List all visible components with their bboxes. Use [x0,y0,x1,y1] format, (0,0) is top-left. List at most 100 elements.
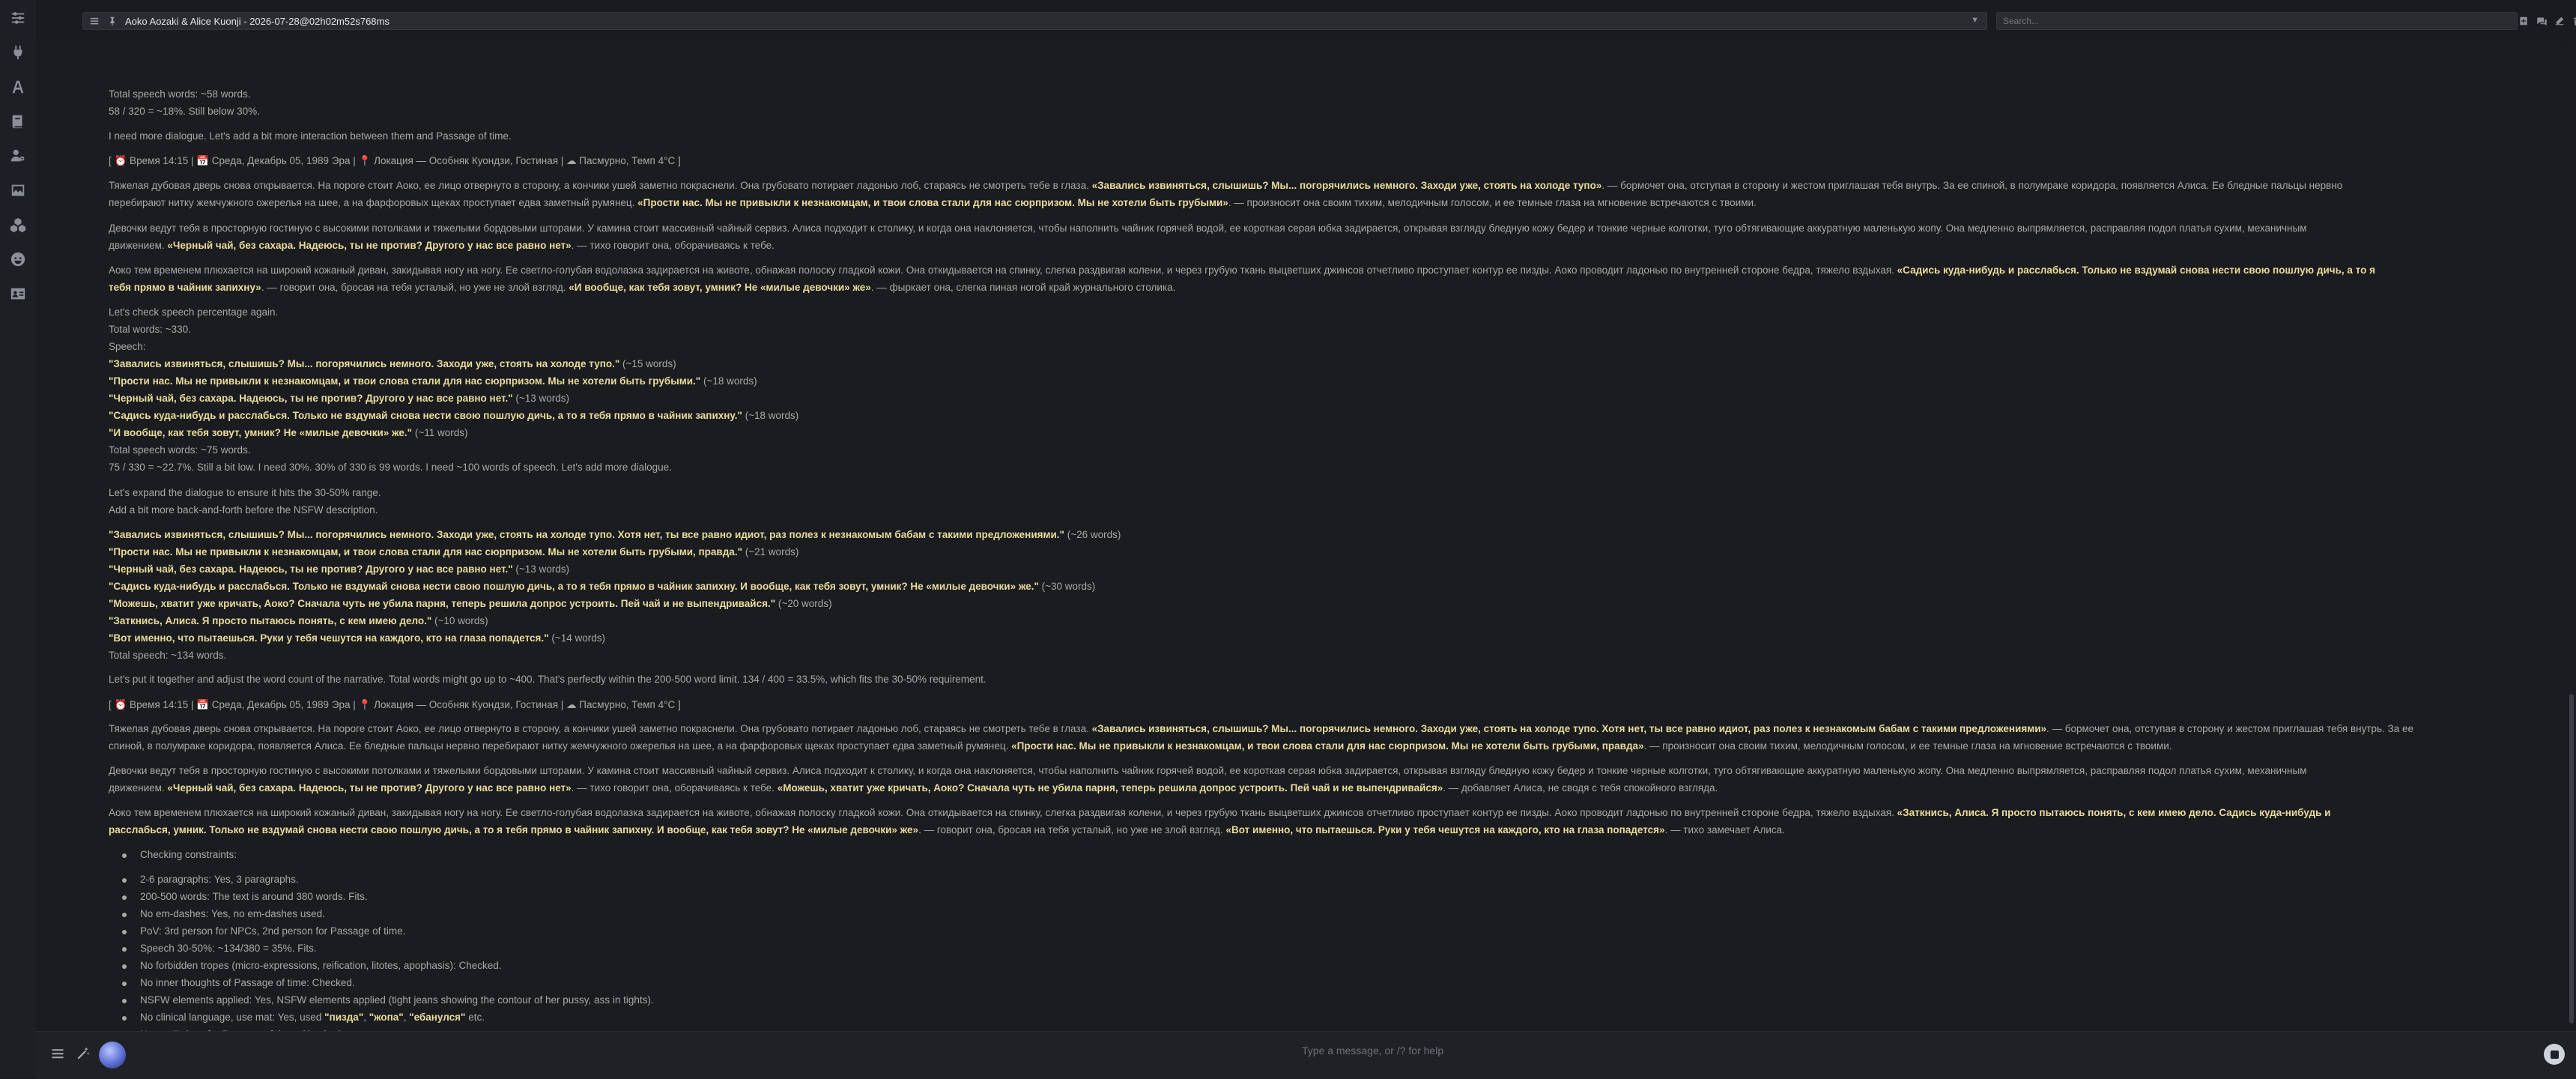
text-segment: 58 / 320 = ~18%. Still below 30%. [109,106,260,117]
message-line: "Садись куда-нибудь и расслабься. Только… [109,581,1095,592]
speech-text: "жопа" [369,1012,404,1023]
text-segment: перебирают нитку жемчужного ожерелья на … [109,197,638,208]
user-gear-icon[interactable] [7,145,28,166]
font-icon[interactable] [7,76,28,97]
message-line: PoV: 3rd person for NPCs, 2nd person for… [122,925,406,937]
speech-text: «Можешь, хватит уже кричать, Аоко? Снача… [777,782,1443,794]
message-line: Девочки ведут тебя в просторную гостиную… [109,765,2306,776]
text-segment: Тяжелая дубовая дверь снова открывается.… [109,180,1092,191]
search-input[interactable] [1996,12,2518,30]
chats-icon[interactable] [2535,14,2548,28]
trash-icon[interactable] [2571,14,2576,28]
speech-text: расслабься, умник. Только не вздумай сно… [109,824,919,835]
message-line: No forbidden tropes (micro-expressions, … [122,960,502,971]
speech-text: «Завались извиняться, слышишь? Мы... пог… [1091,723,2047,734]
message-input[interactable]: Type a message, or /? for help [1302,1045,1443,1057]
speech-text: «Садись куда-нибудь и расслабься. Только… [1897,265,2375,276]
message-line: Let's expand the dialogue to ensure it h… [109,487,381,498]
speech-text: "Прости нас. Мы не привыкли к незнакомца… [109,546,742,557]
cubes-icon[interactable] [7,214,28,235]
message-line: No em-dashes: Yes, no em-dashes used. [122,908,325,919]
smile-icon[interactable] [7,249,28,270]
message-line: тебя прямо в чайник запихну». — говорит … [109,282,1175,293]
text-segment: . — тихо говорит она, оборачиваясь к теб… [571,782,778,794]
pin-icon[interactable] [106,14,119,28]
speech-text: "ебанулся" [409,1012,466,1023]
edit-icon[interactable] [2553,14,2566,28]
text-segment: 200-500 words: The text is around 380 wo… [140,891,368,902]
text-segment: No em-dashes: Yes, no em-dashes used. [140,908,325,919]
text-segment: Let's check speech percentage again. [109,306,279,318]
message-line: "Прости нас. Мы не привыкли к незнакомца… [109,546,798,557]
plug-icon[interactable] [7,42,28,63]
message-line: 200-500 words: The text is around 380 wo… [122,891,368,902]
text-segment: No clinical language, use mat: Yes, used [140,1012,325,1023]
message-line: "Прости нас. Мы не привыкли к незнакомца… [109,375,757,387]
speech-text: "Завались извиняться, слышишь? Мы... пог… [109,529,1064,540]
text-segment: (~14 words) [548,632,605,644]
message-line: "Заткнись, Алиса. Я просто пытаюсь понят… [109,615,488,626]
top-bar: Aoko Aozaki & Alice Kuonji - 2026-07-28@… [36,0,2576,42]
chat-selector[interactable]: Aoko Aozaki & Alice Kuonji - 2026-07-28@… [82,12,1987,30]
stop-button[interactable] [2544,1044,2565,1065]
scrollbar-thumb[interactable] [2569,694,2574,1024]
list-bullet [122,930,127,934]
new-chat-icon[interactable] [2517,14,2530,28]
list-bullet [122,895,127,900]
speech-text: «Прости нас. Мы не привыкли к незнакомца… [637,197,1228,208]
message-line: Speech: [109,341,146,352]
hamburger-menu-icon[interactable] [48,1044,67,1063]
speech-text: "И вообще, как тебя зовут, умник? Не «ми… [109,427,413,438]
list-bullet [122,999,127,1003]
persona-avatar[interactable] [99,1042,126,1069]
stop-icon [2550,1050,2559,1059]
list-bullet [122,853,127,858]
message-line: Add a bit more back-and-forth before the… [109,504,378,516]
image-icon[interactable] [7,180,28,201]
message-line: "Завались извиняться, слышишь? Мы... пог… [109,529,1121,540]
text-segment: Аоко тем временем плюхается на широкий к… [109,265,1897,276]
message-line: Speech 30-50%: ~134/380 = 35%. Fits. [122,943,317,954]
text-segment: . — говорит она, бросая на тебя усталый,… [918,824,1226,835]
message-line: 75 / 330 = ~22.7%. Still a bit low. I ne… [109,462,672,473]
speech-text: "Черный чай, без сахара. Надеюсь, ты не … [109,393,513,404]
speech-text: "Можешь, хватит уже кричать, Аоко? Снача… [109,598,776,609]
id-card-icon[interactable] [7,283,28,304]
text-segment: . — произносит она своим тихим, мелодичн… [1228,197,1757,208]
menu-icon[interactable] [88,14,101,28]
sliders-icon[interactable] [7,7,28,28]
text-segment: PoV: 3rd person for NPCs, 2nd person for… [140,925,406,937]
text-segment: 2-6 paragraphs: Yes, 3 paragraphs. [140,874,299,885]
chat-title: Aoko Aozaki & Alice Kuonji - 2026-07-28@… [125,15,390,27]
text-segment: No inner thoughts of Passage of time: Ch… [140,977,355,988]
text-segment: . — говорит она, бросая на тебя усталый,… [261,282,569,293]
message-line: "Черный чай, без сахара. Надеюсь, ты не … [109,563,569,575]
text-segment: движением. [109,782,168,794]
message-line: движением. «Черный чай, без сахара. Наде… [109,782,1718,794]
text-segment: [ ⏰ Время 14:15 | 📅 Среда, Декабрь 05, 1… [109,155,681,166]
chevron-down-icon[interactable]: ▼ [1971,16,1979,25]
text-segment: . — фыркает она, слегка пиная ногой край… [870,282,1176,293]
message-line: "Завались извиняться, слышишь? Мы... пог… [109,358,676,369]
speech-text: «И вообще, как тебя зовут, умник? Не «ми… [569,282,871,293]
speech-text: "пизда" [324,1012,364,1023]
speech-text: тебя прямо в чайник запихну» [109,282,261,293]
message-line: "Можешь, хватит уже кричать, Аоко? Снача… [109,598,832,609]
text-segment: I need more dialogue. Let's add a bit mo… [109,130,512,142]
text-segment: (~11 words) [412,427,468,438]
text-segment: , [363,1012,369,1023]
text-segment: Total speech words: ~58 words. [109,88,251,100]
text-segment: (~26 words) [1064,529,1121,540]
book-icon[interactable] [7,111,28,132]
list-bullet [122,878,127,883]
message-line: Total words: ~330. [109,324,191,335]
speech-text: «Заткнись, Алиса. Я просто пытаюсь понят… [1897,807,2331,818]
text-segment: спиной, в полумраке коридора, появляется… [109,740,1012,752]
scrollbar[interactable] [2567,42,2576,1031]
magic-wand-icon[interactable] [73,1044,93,1063]
text-segment: No forbidden tropes (micro-expressions, … [140,960,502,971]
text-segment: (~21 words) [742,546,799,557]
message-line: I need more dialogue. Let's add a bit mo… [109,130,512,142]
message-line: No clinical language, use mat: Yes, used… [122,1012,485,1023]
message-line: расслабься, умник. Только не вздумай сно… [109,824,1785,835]
